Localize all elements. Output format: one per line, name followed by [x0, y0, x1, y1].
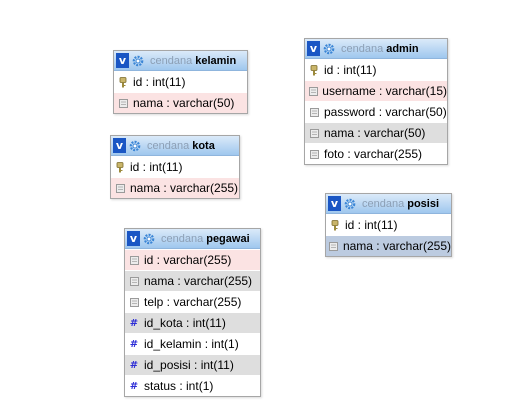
table-header[interactable]: v cendana kota [111, 136, 239, 156]
column-row[interactable]: id : int(11) [111, 156, 239, 177]
field-icon [116, 98, 130, 108]
column-label: nama : varchar(50) [324, 126, 426, 140]
column-label: telp : varchar(255) [144, 295, 242, 309]
primary-key-icon [113, 161, 127, 173]
table-name: kota [192, 139, 215, 152]
column-row[interactable]: nama : varchar(255) [111, 177, 239, 198]
column-row[interactable]: id : int(11) [305, 59, 447, 80]
column-label: status : int(1) [144, 379, 214, 393]
field-icon [307, 128, 321, 138]
table-header[interactable]: v cendana pegawai [125, 229, 260, 249]
database-name: cendana [150, 54, 193, 67]
table-header[interactable]: v cendana posisi [326, 194, 451, 214]
column-row[interactable]: nama : varchar(50) [114, 92, 247, 113]
primary-key-icon [328, 219, 342, 231]
field-icon [127, 297, 141, 307]
column-row[interactable]: foto : varchar(255) [305, 143, 447, 164]
gear-icon[interactable] [143, 233, 155, 245]
toggle-columns-icon[interactable]: v [116, 53, 129, 68]
column-label: id : int(11) [324, 63, 377, 77]
column-label: nama : varchar(255) [130, 181, 239, 195]
column-row[interactable]: nama : varchar(255) [125, 270, 260, 291]
column-row[interactable]: id : int(11) [326, 214, 451, 235]
field-icon [113, 183, 127, 193]
column-label: id : int(11) [345, 218, 398, 232]
table-posisi[interactable]: v cendana posisi id : int(11) nama : varchar… [325, 193, 452, 257]
primary-key-icon [116, 76, 130, 88]
field-icon [328, 241, 340, 251]
numeric-field-icon: # [129, 359, 139, 371]
column-row[interactable]: id : varchar(255) [125, 249, 260, 270]
column-row[interactable]: id : int(11) [114, 71, 247, 92]
table-name: admin [386, 42, 419, 55]
gear-icon[interactable] [132, 55, 144, 67]
numeric-field-icon: # [129, 380, 139, 392]
toggle-columns-icon[interactable]: v [127, 231, 140, 246]
database-name: cendana [147, 139, 190, 152]
column-row[interactable]: # id_kelamin : int(1) [125, 333, 260, 354]
column-row[interactable]: # id_kota : int(11) [125, 312, 260, 333]
column-label: nama : varchar(255) [144, 274, 253, 288]
column-label: password : varchar(50) [324, 105, 447, 119]
primary-key-icon [307, 64, 321, 76]
table-header[interactable]: v cendana admin [305, 39, 447, 59]
column-row[interactable]: password : varchar(50) [305, 101, 447, 122]
column-row[interactable]: nama : varchar(50) [305, 122, 447, 143]
table-pegawai[interactable]: v cendana pegawai id : varchar(255) nama : v… [124, 228, 261, 397]
column-label: id_kelamin : int(1) [144, 337, 239, 351]
column-label: id : varchar(255) [144, 253, 232, 267]
field-icon [307, 107, 321, 117]
column-label: nama : varchar(255) [342, 239, 451, 253]
column-label: id : int(11) [133, 75, 186, 89]
table-kelamin[interactable]: v cendana kelamin id : int(11) nama : varcha… [113, 50, 248, 114]
database-name: cendana [362, 197, 405, 210]
toggle-columns-icon[interactable]: v [328, 196, 341, 211]
table-name: pegawai [206, 232, 250, 245]
column-label: id_kota : int(11) [144, 316, 226, 330]
numeric-field-icon: # [129, 317, 139, 329]
column-label: id_posisi : int(11) [144, 358, 234, 372]
table-header[interactable]: v cendana kelamin [114, 51, 247, 71]
column-row[interactable]: # status : int(1) [125, 375, 260, 396]
gear-icon[interactable] [129, 140, 141, 152]
table-admin[interactable]: v cendana admin id : int(11) username : varc… [304, 38, 448, 165]
field-icon [307, 149, 321, 159]
database-name: cendana [341, 42, 384, 55]
toggle-columns-icon[interactable]: v [113, 138, 126, 153]
gear-icon[interactable] [344, 198, 356, 210]
column-row[interactable]: telp : varchar(255) [125, 291, 260, 312]
column-label: nama : varchar(50) [133, 96, 235, 110]
gear-icon[interactable] [323, 43, 335, 55]
column-row[interactable]: username : varchar(15) [305, 80, 447, 101]
database-name: cendana [161, 232, 204, 245]
field-icon [127, 276, 141, 286]
column-row[interactable]: nama : varchar(255) [326, 235, 451, 256]
field-icon [127, 255, 141, 265]
table-name: posisi [407, 197, 440, 210]
toggle-columns-icon[interactable]: v [307, 41, 320, 56]
numeric-field-icon: # [129, 338, 139, 350]
designer-canvas[interactable]: v cendana kelamin id : int(11) nama : varcha… [0, 0, 512, 402]
table-kota[interactable]: v cendana kota id : int(11) nama : varchar(2… [110, 135, 240, 199]
field-icon [307, 86, 319, 96]
table-name: kelamin [195, 54, 237, 67]
column-label: foto : varchar(255) [324, 147, 423, 161]
column-label: id : int(11) [130, 160, 183, 174]
column-row[interactable]: # id_posisi : int(11) [125, 354, 260, 375]
column-label: username : varchar(15) [322, 84, 447, 98]
